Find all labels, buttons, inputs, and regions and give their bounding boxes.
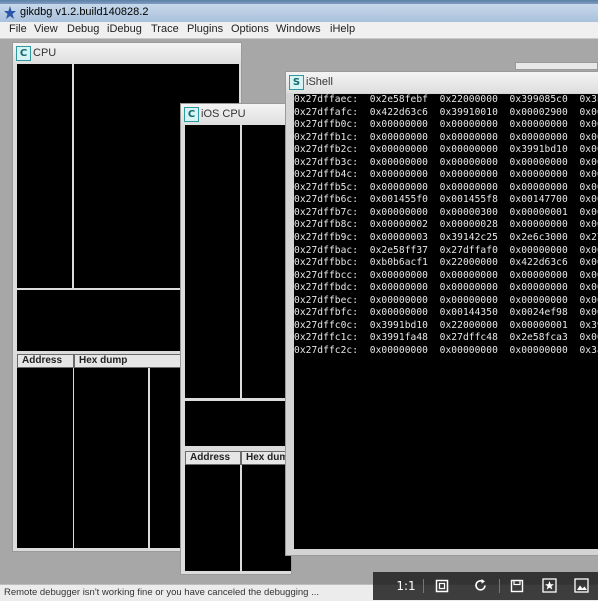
ishell-memory-line: 0x27dffb1c: 0x00000000 0x00000000 0x0000… <box>294 131 598 143</box>
ios-cpu-dump-address-header[interactable]: Address <box>185 451 241 465</box>
ishell-output[interactable]: 0x27dffaec: 0x2e58febf 0x22000000 0x3990… <box>294 94 598 549</box>
ishell-memory-line: 0x27dffc0c: 0x3991bd10 0x22000000 0x0000… <box>294 319 598 331</box>
ishell-memory-line: 0x27dffbac: 0x2e58ff37 0x27dffaf0 0x0000… <box>294 244 598 256</box>
ishell-memory-line: 0x27dffb9c: 0x00000003 0x39142c25 0x2e6c… <box>294 232 598 244</box>
image-icon <box>573 578 589 593</box>
menu-bar: File View Debug iDebug Trace Plugins Opt… <box>0 22 598 39</box>
rotate-button[interactable] <box>469 576 491 596</box>
actual-size-button[interactable]: 1:1 <box>395 576 417 596</box>
app-title: gikdbg v1.2.build140828.2 <box>20 6 149 18</box>
star-icon <box>541 578 557 593</box>
cpu-window-title: CPU <box>33 47 57 59</box>
cpu-address-pane[interactable] <box>17 64 72 288</box>
menu-idebug[interactable]: iDebug <box>107 23 142 35</box>
ios-cpu-window-icon: C <box>184 107 199 122</box>
menu-plugins[interactable]: Plugins <box>187 23 223 35</box>
ios-cpu-dump-address-pane[interactable] <box>185 465 240 571</box>
ishell-memory-line: 0x27dffbec: 0x00000000 0x00000000 0x0000… <box>294 294 598 306</box>
ishell-memory-line: 0x27dffbcc: 0x00000000 0x00000000 0x0000… <box>294 269 598 281</box>
cpu-dump-address-pane[interactable] <box>17 368 73 548</box>
fit-window-icon <box>435 579 449 593</box>
ishell-memory-line: 0x27dffc1c: 0x3991fa48 0x27dffc48 0x2e58… <box>294 332 598 344</box>
ishell-memory-line: 0x27dffb4c: 0x00000000 0x00000000 0x0000… <box>294 169 598 181</box>
ishell-memory-line: 0x27dffb2c: 0x00000000 0x00000000 0x3991… <box>294 144 598 156</box>
ishell-memory-line: 0x27dffb6c: 0x001455f0 0x001455f8 0x0014… <box>294 194 598 206</box>
fit-window-button[interactable] <box>431 576 453 596</box>
menu-windows[interactable]: Windows <box>276 23 321 35</box>
ishell-window-titlebar[interactable]: S iShell <box>286 72 598 93</box>
favorite-button[interactable] <box>538 576 560 596</box>
ishell-memory-line: 0x27dffb8c: 0x00000002 0x00000028 0x0000… <box>294 219 598 231</box>
ios-cpu-info-pane[interactable] <box>185 401 291 446</box>
toolbar-divider <box>423 579 424 593</box>
menu-debug[interactable]: Debug <box>67 23 99 35</box>
save-icon <box>510 579 524 593</box>
app-logo-icon <box>4 6 16 19</box>
ishell-memory-line: 0x27dffaec: 0x2e58febf 0x22000000 0x3990… <box>294 94 598 105</box>
image-menu-button[interactable] <box>570 576 592 596</box>
ios-cpu-dump-hex-pane[interactable] <box>242 465 291 571</box>
save-button[interactable] <box>506 576 528 596</box>
ishell-memory-line: 0x27dffbbc: 0xb0b6acf1 0x22000000 0x422d… <box>294 257 598 269</box>
registers-header-partial <box>515 62 598 70</box>
ios-cpu-dump-hexdump-header[interactable]: Hex dum <box>241 451 291 465</box>
ishell-window[interactable]: S iShell 0x27dffaec: 0x2e58febf 0x220000… <box>285 71 598 556</box>
menu-trace[interactable]: Trace <box>151 23 179 35</box>
cpu-window-icon: C <box>16 46 31 61</box>
ios-cpu-disassembly-pane[interactable] <box>242 125 291 398</box>
ios-cpu-window-titlebar[interactable]: C iOS CPU <box>181 104 291 125</box>
ishell-memory-line: 0x27dffc2c: 0x00000000 0x00000000 0x0000… <box>294 344 598 356</box>
rotate-icon <box>474 579 486 591</box>
cpu-dump-address-header[interactable]: Address <box>17 354 74 368</box>
ishell-memory-line: 0x27dffbdc: 0x00000000 0x00000000 0x0000… <box>294 282 598 294</box>
menu-file[interactable]: File <box>9 23 27 35</box>
ishell-memory-line: 0x27dffb0c: 0x00000000 0x00000000 0x0000… <box>294 119 598 131</box>
status-message: Remote debugger isn't working fine or yo… <box>4 587 319 598</box>
ishell-window-title: iShell <box>306 76 333 88</box>
menu-ihelp[interactable]: iHelp <box>330 23 355 35</box>
ishell-memory-line: 0x27dffb7c: 0x00000000 0x00000300 0x0000… <box>294 206 598 218</box>
ishell-memory-line: 0x27dffafc: 0x422d63c6 0x39910010 0x0000… <box>294 106 598 118</box>
ios-cpu-window-title: iOS CPU <box>201 108 246 120</box>
app-titlebar[interactable]: gikdbg v1.2.build140828.2 <box>0 4 598 23</box>
cpu-dump-hex-pane[interactable] <box>74 368 148 548</box>
ishell-memory-line: 0x27dffbfc: 0x00000000 0x00144350 0x0024… <box>294 307 598 319</box>
ishell-memory-line: 0x27dffb5c: 0x00000000 0x00000000 0x0000… <box>294 181 598 193</box>
viewer-toolbar: 1:1 <box>373 572 598 600</box>
toolbar-divider <box>499 579 500 593</box>
ishell-window-icon: S <box>289 75 304 90</box>
menu-options[interactable]: Options <box>231 23 269 35</box>
ishell-memory-line: 0x27dffb3c: 0x00000000 0x00000000 0x0000… <box>294 156 598 168</box>
ios-cpu-address-pane[interactable] <box>185 125 240 398</box>
ios-cpu-window[interactable]: C iOS CPU Address Hex dum <box>180 103 292 575</box>
menu-view[interactable]: View <box>34 23 58 35</box>
cpu-window-titlebar[interactable]: C CPU <box>13 43 241 64</box>
